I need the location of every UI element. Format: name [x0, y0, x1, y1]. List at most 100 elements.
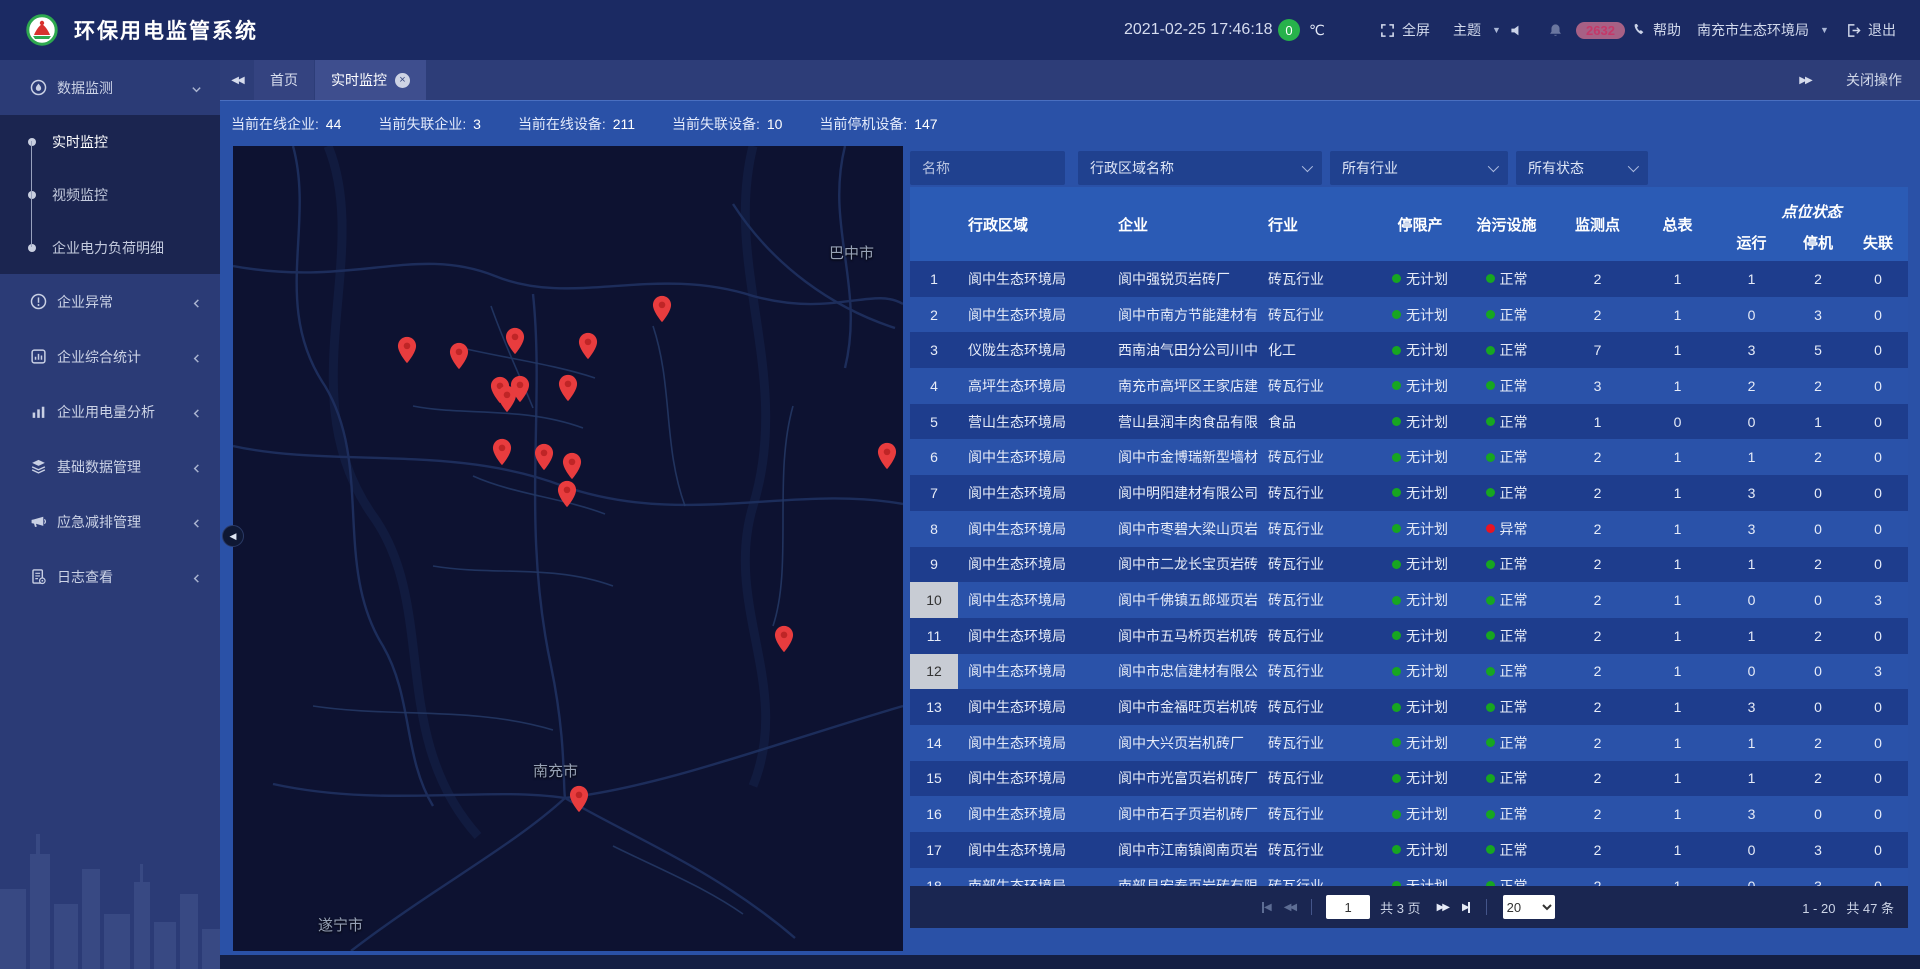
cell-lost: 0: [1848, 439, 1908, 475]
status-dot-green: [1486, 810, 1495, 819]
notifications-button[interactable]: 2632: [1548, 0, 1625, 60]
map-pin-icon[interactable]: [774, 625, 795, 653]
sidebar-item-企业用电量分析[interactable]: 企业用电量分析: [0, 384, 220, 439]
map-pin-icon[interactable]: [505, 327, 526, 355]
fullscreen-button[interactable]: 全屏: [1380, 0, 1430, 60]
sidebar-item-企业综合统计[interactable]: 企业综合统计: [0, 329, 220, 384]
cell-meters: 1: [1640, 796, 1715, 832]
map-pin-icon[interactable]: [557, 480, 578, 508]
sidebar-item-应急减排管理[interactable]: 应急减排管理: [0, 494, 220, 549]
org-dropdown[interactable]: 南充市生态环境局▼: [1697, 0, 1829, 60]
sidebar-item-基础数据管理[interactable]: 基础数据管理: [0, 439, 220, 494]
table-row[interactable]: 18南部生态环境局南部县宏泰页岩砖有限砖瓦行业无计划正常21030: [910, 868, 1908, 886]
monitor-panel: 行政区域名称 所有行业 所有状态 行政区域 企业 行业: [910, 146, 1908, 951]
table-row[interactable]: 8阆中生态环境局阆中市枣碧大梁山页岩砖瓦行业无计划异常21300: [910, 511, 1908, 547]
cell-facility: 正常: [1458, 582, 1555, 618]
map-pin-icon[interactable]: [534, 443, 555, 471]
table-row[interactable]: 14阆中生态环境局阆中大兴页岩机砖厂砖瓦行业无计划正常21120: [910, 725, 1908, 761]
cell-facility: 正常: [1458, 475, 1555, 511]
cell-run: 3: [1715, 796, 1788, 832]
table-row[interactable]: 16阆中生态环境局阆中市石子页岩机砖厂砖瓦行业无计划正常21300: [910, 796, 1908, 832]
chevron-left-icon: [191, 461, 202, 472]
tab-close-icon[interactable]: ×: [395, 73, 410, 88]
cell-region: 阆中生态环境局: [958, 547, 1108, 583]
tab-home[interactable]: 首页: [254, 60, 314, 100]
map-pin-icon[interactable]: [397, 336, 418, 364]
map-pin-icon[interactable]: [449, 342, 470, 370]
cell-plan: 无计划: [1382, 511, 1458, 547]
stat-3: 当前在线设备: 211: [518, 114, 635, 134]
sidebar-item-数据监测[interactable]: 数据监测: [0, 60, 220, 115]
cell-meters: 1: [1640, 439, 1715, 475]
last-page-icon[interactable]: ▶: [1462, 902, 1470, 913]
mute-speaker-button[interactable]: [1510, 0, 1525, 60]
cell-plan: 无计划: [1382, 618, 1458, 654]
table-row[interactable]: 11阆中生态环境局阆中市五马桥页岩机砖砖瓦行业无计划正常21120: [910, 618, 1908, 654]
sidebar-subitem-企业电力负荷明细[interactable]: 企业电力负荷明细: [0, 221, 220, 274]
next-page-icon[interactable]: ▶▶: [1437, 902, 1448, 913]
page-size-select[interactable]: 20: [1503, 895, 1555, 919]
table-row[interactable]: 7阆中生态环境局阆中明阳建材有限公司砖瓦行业无计划正常21300: [910, 475, 1908, 511]
sidebar-item-企业异常[interactable]: 企业异常: [0, 274, 220, 329]
table-row[interactable]: 1阆中生态环境局阆中强锐页岩砖厂砖瓦行业无计划正常21120: [910, 261, 1908, 297]
bullet-dot-icon: [28, 138, 36, 146]
map-pin-icon[interactable]: [569, 785, 590, 813]
sidebar-subitem-实时监控[interactable]: 实时监控: [0, 115, 220, 168]
chevron-down-icon: [1302, 161, 1313, 172]
table-row[interactable]: 10阆中生态环境局阆中千佛镇五郎垭页岩砖瓦行业无计划正常21003: [910, 582, 1908, 618]
cell-facility: 正常: [1458, 868, 1555, 886]
table-row[interactable]: 17阆中生态环境局阆中市江南镇阆南页岩砖瓦行业无计划正常21030: [910, 832, 1908, 868]
table-row[interactable]: 3仪陇生态环境局西南油气田分公司川中化工无计划正常71350: [910, 332, 1908, 368]
tabs-scroll-right-icon[interactable]: ▶▶: [1788, 75, 1822, 86]
cell-lost: 0: [1848, 761, 1908, 797]
cell-industry: 砖瓦行业: [1258, 439, 1382, 475]
tabs-scroll-left-icon[interactable]: ◀◀: [220, 60, 254, 100]
theme-dropdown[interactable]: 主题▼: [1453, 0, 1501, 60]
table-row[interactable]: 13阆中生态环境局阆中市金福旺页岩机砖砖瓦行业无计划正常21300: [910, 689, 1908, 725]
table-row[interactable]: 12阆中生态环境局阆中市忠信建材有限公砖瓦行业无计划正常21003: [910, 654, 1908, 690]
company-name-input[interactable]: [910, 151, 1065, 185]
map-pin-icon[interactable]: [558, 374, 579, 402]
map-pin-icon[interactable]: [652, 295, 673, 323]
prev-page-icon[interactable]: ◀◀: [1284, 902, 1295, 913]
map-collapse-button[interactable]: ◀: [222, 525, 244, 547]
industry-select[interactable]: 所有行业: [1330, 151, 1508, 185]
cell-meters: 1: [1640, 547, 1715, 583]
cell-lost: 0: [1848, 689, 1908, 725]
table-row[interactable]: 9阆中生态环境局阆中市二龙长宝页岩砖砖瓦行业无计划正常21120: [910, 547, 1908, 583]
table-row[interactable]: 15阆中生态环境局阆中市光富页岩机砖厂砖瓦行业无计划正常21120: [910, 761, 1908, 797]
col-points: 监测点: [1555, 187, 1640, 261]
table-row[interactable]: 2阆中生态环境局阆中市南方节能建材有砖瓦行业无计划正常21030: [910, 297, 1908, 333]
cell-lost: 0: [1848, 297, 1908, 333]
cell-meters: 1: [1640, 297, 1715, 333]
tab-realtime-monitor[interactable]: 实时监控 ×: [315, 60, 426, 100]
status-select-value: 所有状态: [1528, 158, 1584, 178]
help-button[interactable]: 帮助: [1632, 0, 1681, 60]
first-page-icon[interactable]: ◀: [1262, 902, 1270, 913]
map-pin-icon[interactable]: [510, 375, 531, 403]
cell-lost: 0: [1848, 618, 1908, 654]
table-row[interactable]: 5营山生态环境局营山县润丰肉食品有限食品无计划正常10010: [910, 404, 1908, 440]
region-select[interactable]: 行政区域名称: [1078, 151, 1322, 185]
page-number-input[interactable]: [1326, 895, 1370, 919]
status-dot-green: [1392, 667, 1401, 676]
status-dot-green: [1392, 417, 1401, 426]
cell-plan: 无计划: [1382, 261, 1458, 297]
logout-button[interactable]: 退出: [1846, 0, 1896, 60]
cell-plan: 无计划: [1382, 761, 1458, 797]
map-pin-icon[interactable]: [578, 332, 599, 360]
map-pin-icon[interactable]: [562, 452, 583, 480]
sidebar-item-label: 基础数据管理: [57, 457, 141, 477]
sidebar-item-日志查看[interactable]: 日志查看: [0, 549, 220, 604]
map-panel[interactable]: 巴中市南充市遂宁市: [233, 146, 903, 951]
table-row[interactable]: 6阆中生态环境局阆中市金博瑞新型墙材砖瓦行业无计划正常21120: [910, 439, 1908, 475]
map-pin-icon[interactable]: [492, 438, 513, 466]
map-pin-icon[interactable]: [877, 442, 898, 470]
close-operations-button[interactable]: 关闭操作: [1846, 70, 1902, 90]
cell-company: 阆中明阳建材有限公司: [1108, 475, 1258, 511]
table-row[interactable]: 4高坪生态环境局南充市高坪区王家店建砖瓦行业无计划正常31220: [910, 368, 1908, 404]
cell-facility: 正常: [1458, 261, 1555, 297]
sidebar-subitem-视频监控[interactable]: 视频监控: [0, 168, 220, 221]
status-select[interactable]: 所有状态: [1516, 151, 1648, 185]
status-dot-green: [1486, 631, 1495, 640]
